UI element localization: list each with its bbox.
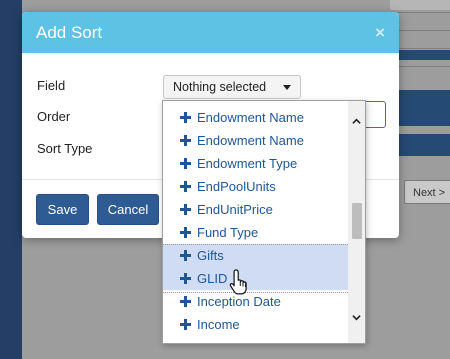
- plus-icon: [180, 135, 191, 146]
- field-option[interactable]: Endowment Name: [163, 106, 348, 129]
- close-icon[interactable]: ×: [375, 23, 385, 43]
- cancel-button[interactable]: Cancel: [97, 194, 159, 225]
- field-option-label: Fund Type: [197, 225, 259, 240]
- plus-icon: [180, 227, 191, 238]
- plus-icon: [180, 204, 191, 215]
- plus-icon: [180, 273, 191, 284]
- save-button[interactable]: Save: [36, 194, 89, 225]
- field-option-label: EndPoolUnits: [197, 179, 276, 194]
- dropdown-scrollbar[interactable]: [348, 101, 365, 343]
- field-option[interactable]: Inception Date: [163, 290, 348, 313]
- option-divider: [163, 244, 348, 245]
- field-option-label: Endowment Name: [197, 133, 304, 148]
- chevron-down-icon[interactable]: [352, 313, 361, 322]
- plus-icon: [180, 158, 191, 169]
- sort-type-label: Sort Type: [37, 141, 93, 156]
- plus-icon: [180, 112, 191, 123]
- field-option[interactable]: GLID: [163, 267, 348, 290]
- field-option[interactable]: Gifts: [163, 244, 348, 267]
- field-option-label: Endowment Type: [197, 156, 298, 171]
- field-option-label: Inception Date: [197, 294, 281, 309]
- field-option[interactable]: EndPoolUnits: [163, 175, 348, 198]
- background-band: [398, 90, 450, 126]
- chevron-up-icon[interactable]: [352, 117, 361, 126]
- plus-icon: [180, 319, 191, 330]
- field-option-label: EndUnitPrice: [197, 202, 273, 217]
- app-sidebar: [0, 0, 22, 359]
- field-option[interactable]: Endowment Name: [163, 129, 348, 152]
- background-band: [398, 134, 450, 156]
- order-label: Order: [37, 109, 71, 124]
- field-options-list: Endowment Name Endowment Name Endowment Ty…: [163, 106, 348, 336]
- field-select[interactable]: Nothing selected: [163, 75, 301, 99]
- field-option-label: Gifts: [197, 248, 224, 263]
- field-dropdown-menu: Endowment Name Endowment Name Endowment Ty…: [162, 100, 366, 344]
- field-option-label: Income: [197, 317, 240, 332]
- field-option-label: GLID: [197, 271, 228, 286]
- field-option[interactable]: EndUnitPrice: [163, 198, 348, 221]
- field-option[interactable]: Income: [163, 313, 348, 336]
- plus-icon: [180, 181, 191, 192]
- next-page-button[interactable]: Next >: [404, 180, 450, 204]
- dialog-title: Add Sort: [36, 22, 103, 42]
- background-band: [398, 50, 450, 60]
- dialog-header: Add Sort ×: [22, 12, 399, 53]
- field-option[interactable]: Fund Type: [163, 221, 348, 244]
- caret-down-icon: [283, 85, 291, 90]
- field-option-label: Endowment Name: [197, 110, 304, 125]
- field-option[interactable]: Endowment Type: [163, 152, 348, 175]
- plus-icon: [180, 250, 191, 261]
- scrollbar-thumb[interactable]: [352, 203, 362, 239]
- hand-pointer-icon: [229, 269, 247, 295]
- option-divider: [163, 292, 348, 293]
- field-select-value: Nothing selected: [173, 80, 267, 94]
- plus-icon: [180, 296, 191, 307]
- field-label: Field: [37, 78, 66, 93]
